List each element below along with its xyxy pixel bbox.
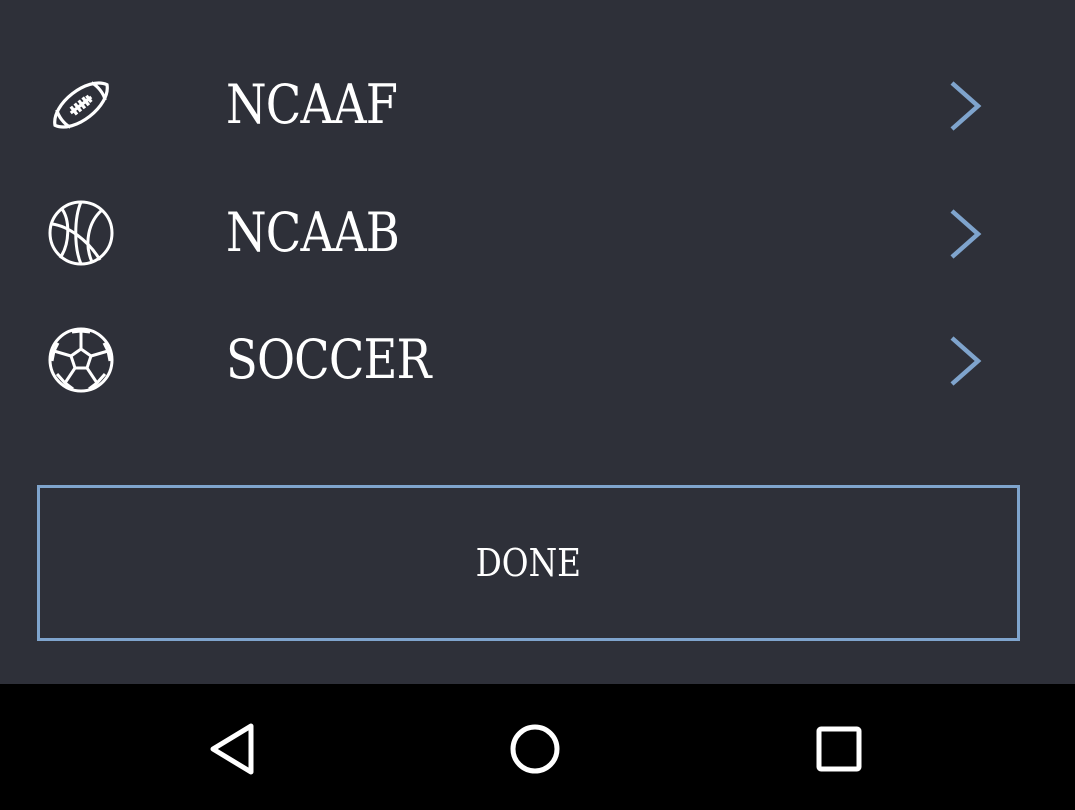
sports-selection-panel: NCAAF NCAAB SOCCER DONE (0, 0, 1075, 684)
recents-icon[interactable] (804, 714, 874, 784)
football-icon (53, 81, 109, 129)
sport-label: NCAAF (226, 73, 398, 136)
system-navigation-bar (0, 684, 1075, 810)
basketball-icon (48, 200, 114, 266)
sport-row-ncaab[interactable]: NCAAB (0, 169, 1075, 297)
list-item-partial[interactable] (0, 0, 1075, 38)
done-button-label: DONE (475, 541, 582, 585)
sport-label: NCAAB (226, 201, 400, 264)
chevron-right-icon (944, 0, 988, 2)
sport-row-soccer[interactable]: SOCCER (0, 296, 1075, 424)
soccer-ball-icon (48, 327, 114, 393)
screen: NCAAF NCAAB SOCCER DONE (0, 0, 1075, 810)
chevron-right-icon (950, 81, 982, 131)
home-icon[interactable] (500, 714, 570, 784)
sport-row-ncaaf[interactable]: NCAAF (0, 41, 1075, 169)
back-icon[interactable] (197, 714, 267, 784)
chevron-right-icon (950, 336, 982, 386)
done-button[interactable]: DONE (37, 485, 1020, 641)
sport-label: SOCCER (226, 328, 432, 391)
chevron-right-icon (950, 209, 982, 259)
